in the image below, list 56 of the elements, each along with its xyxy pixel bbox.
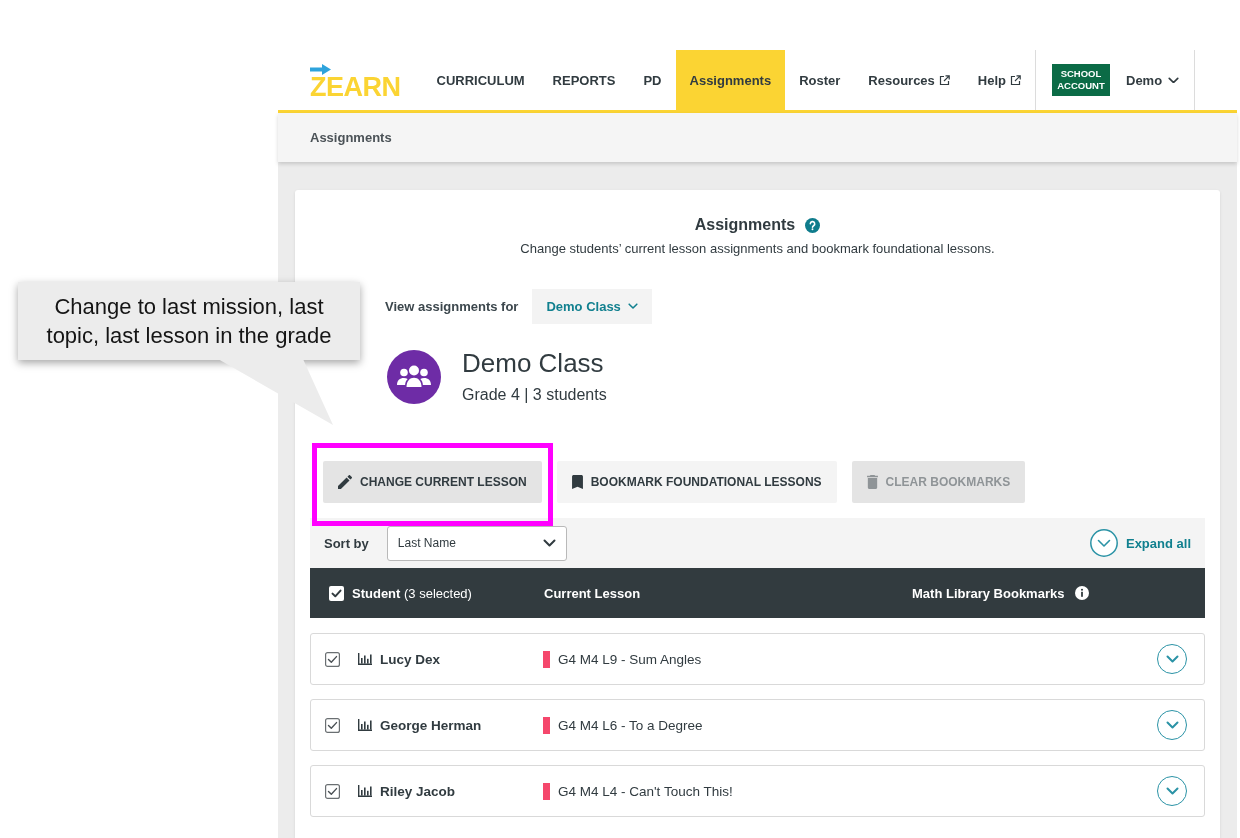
- class-picker-label: View assignments for: [385, 299, 519, 314]
- expand-button[interactable]: [1157, 710, 1187, 740]
- page-subtitle: Change students’ current lesson assignments and bookmark foundational lessons.: [519, 240, 996, 258]
- column-heading: Math Library Bookmarks: [912, 585, 1065, 601]
- bar-chart-icon[interactable]: [358, 653, 372, 665]
- circle-chevron-down-icon: [1089, 529, 1118, 557]
- sort-label: Sort by: [324, 535, 369, 551]
- trash-icon: [866, 475, 878, 489]
- external-link-icon: [938, 74, 950, 86]
- group-icon: [387, 350, 441, 404]
- bar-chart-icon[interactable]: [358, 785, 372, 797]
- sort-select[interactable]: Last Name: [386, 525, 567, 561]
- pencil-icon: [338, 475, 352, 489]
- account-badge: SCHOOL ACCOUNT: [1052, 64, 1110, 96]
- arrow-icon: [310, 63, 331, 75]
- nav-tab[interactable]: Roster: [785, 50, 855, 110]
- page-title: Assignments: [694, 215, 796, 235]
- bookmark-icon: [571, 475, 583, 489]
- class-dropdown[interactable]: Demo Class: [532, 289, 652, 324]
- column-heading: Student (3 selected): [352, 585, 472, 601]
- chevron-down-icon: [1165, 654, 1179, 663]
- checkbox[interactable]: [325, 717, 340, 733]
- info-icon[interactable]: [1075, 586, 1090, 600]
- external-link-icon: [1010, 74, 1021, 86]
- chevron-down-icon: [627, 303, 638, 310]
- expand-button[interactable]: [1157, 644, 1187, 674]
- class-details: Grade 4 | 3 students: [462, 385, 607, 405]
- student-name: George Herman: [380, 717, 482, 733]
- chevron-down-icon: [542, 538, 556, 547]
- nav-tab[interactable]: Resources: [854, 50, 964, 110]
- action-button[interactable]: BOOKMARK FOUNDATIONAL LESSONS: [556, 461, 837, 503]
- student-name: Riley Jacob: [380, 783, 456, 799]
- chevron-down-icon: [1168, 76, 1180, 84]
- user-menu[interactable]: Demo: [1126, 72, 1180, 88]
- column-heading: Current Lesson: [544, 585, 641, 601]
- lesson-name: G4 M4 L9 - Sum Angles: [558, 651, 702, 667]
- checkbox[interactable]: [325, 651, 340, 667]
- nav-tab[interactable]: Help: [963, 50, 1035, 110]
- help-icon[interactable]: [805, 217, 821, 233]
- class-name: Demo Class: [462, 348, 605, 378]
- chevron-down-icon: [1165, 786, 1179, 795]
- checkbox[interactable]: [325, 783, 340, 799]
- lesson-name: G4 M4 L6 - To a Degree: [558, 717, 703, 733]
- lesson-name: G4 M4 L4 - Can't Touch This!: [558, 783, 733, 799]
- expand-button[interactable]: [1157, 776, 1187, 806]
- expand-all-link[interactable]: Expand all: [1089, 529, 1191, 557]
- bar-chart-icon[interactable]: [358, 719, 372, 731]
- chevron-down-icon: [1165, 720, 1179, 729]
- nav-tab[interactable]: REPORTS: [538, 50, 630, 110]
- nav-tab[interactable]: Assignments: [675, 50, 786, 110]
- breadcrumb-text: Assignments: [310, 130, 392, 145]
- action-button[interactable]: CHANGE CURRENT LESSON: [323, 461, 542, 503]
- checkbox[interactable]: [329, 585, 344, 601]
- student-name: Lucy Dex: [380, 651, 441, 667]
- nav-tab[interactable]: PD: [629, 50, 676, 110]
- nav-tab[interactable]: CURRICULUM: [422, 50, 539, 110]
